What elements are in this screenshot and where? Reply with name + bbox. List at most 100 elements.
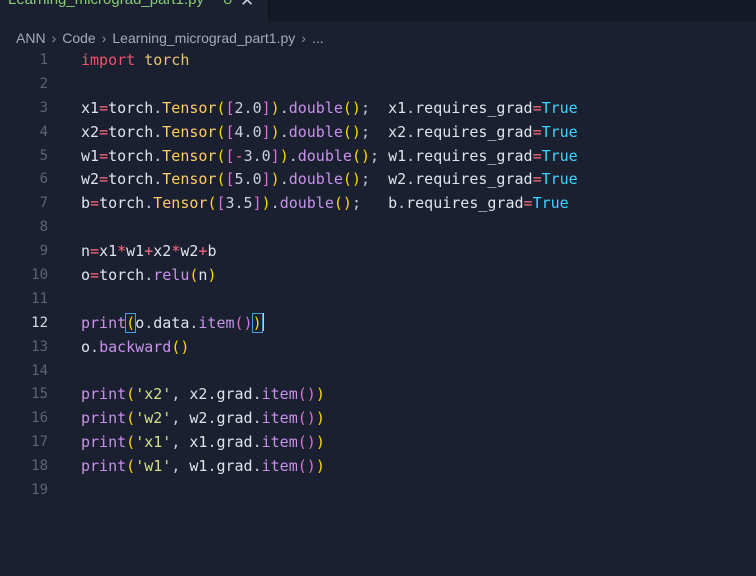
code-line[interactable]: 17 print('x1', x1.grad.item()) — [0, 431, 756, 455]
breadcrumb-item-ann[interactable]: ANN — [16, 30, 46, 46]
code-line[interactable]: 4 x2=torch.Tensor([4.0]).double(); x2.req… — [0, 121, 756, 145]
line-number: 11 — [31, 290, 48, 307]
code-token: x2 — [153, 242, 172, 261]
code-token: () — [297, 409, 316, 428]
code-token: . — [252, 409, 262, 428]
code-token: 4.0 — [234, 122, 262, 141]
breadcrumb-item-more[interactable]: ... — [312, 30, 324, 46]
code-line[interactable]: 9 n=x1*w1+x2*w2+b — [0, 240, 756, 264]
code-token: . — [406, 122, 416, 141]
code-text[interactable]: import torch — [81, 49, 189, 73]
code-text[interactable]: n=x1*w1+x2*w2+b — [81, 240, 216, 264]
code-token: . — [144, 266, 154, 285]
code-token: . — [279, 98, 289, 117]
code-line[interactable]: 12 print(o.data.item()) — [0, 312, 756, 336]
code-token: . — [288, 146, 298, 165]
code-text[interactable]: w1=torch.Tensor([-3.0]).double(); w1.req… — [81, 145, 578, 169]
code-text[interactable]: x1=torch.Tensor([2.0]).double(); x1.requ… — [81, 97, 578, 121]
code-token: , — [171, 385, 190, 404]
code-token: ( — [126, 433, 136, 452]
code-token: ( — [126, 457, 136, 476]
code-token: grad — [216, 385, 253, 404]
code-text[interactable]: print('x1', x1.grad.item()) — [81, 431, 325, 455]
code-token: . — [90, 337, 100, 356]
chevron-right-icon: › — [101, 30, 107, 46]
code-token: x2 — [189, 385, 208, 404]
code-token: item — [261, 385, 298, 404]
code-token: . — [252, 457, 262, 476]
code-token: * — [117, 242, 127, 261]
code-token: grad — [216, 409, 253, 428]
code-line[interactable]: 8 — [0, 216, 756, 240]
code-line[interactable]: 18 print('w1', w1.grad.item()) — [0, 455, 756, 479]
code-token: ( — [216, 170, 226, 189]
code-text[interactable]: w2=torch.Tensor([5.0]).double(); w2.requ… — [81, 168, 578, 192]
tab-filename[interactable]: Learning_micrograd_part1.py — [8, 0, 204, 8]
line-number: 7 — [39, 195, 48, 212]
code-token: . — [252, 385, 262, 404]
code-line[interactable]: 2 — [0, 73, 756, 97]
code-token: = — [90, 242, 100, 261]
code-text[interactable]: b=torch.Tensor([3.5]).double(); b.requir… — [81, 192, 569, 216]
code-text[interactable]: print(o.data.item()) — [81, 312, 264, 336]
code-token: print — [81, 313, 127, 332]
code-token: ) — [270, 98, 280, 117]
code-token: x1 — [99, 242, 118, 261]
code-text[interactable]: o=torch.relu(n) — [81, 264, 216, 288]
breadcrumb-item-code[interactable]: Code — [62, 30, 95, 46]
editor-tab-active[interactable]: Learning_micrograd_part1.py U ✕ — [0, 0, 269, 21]
code-text[interactable]: print('x2', x2.grad.item()) — [81, 383, 325, 407]
code-token: x2 — [388, 122, 407, 141]
code-token: () — [171, 337, 190, 356]
code-token: ( — [216, 122, 226, 141]
code-text[interactable]: x2=torch.Tensor([4.0]).double(); x2.requ… — [81, 121, 578, 145]
code-editor[interactable]: 1 import torch 2 3 x1=torch.Tensor([2.0]).do… — [0, 49, 756, 503]
code-token: ) — [315, 409, 325, 428]
line-number: 9 — [39, 243, 48, 260]
code-token: ) — [315, 433, 325, 452]
code-token: , — [171, 409, 190, 428]
code-line[interactable]: 13 o.backward() — [0, 336, 756, 360]
code-token: ) — [261, 194, 271, 213]
code-line[interactable]: 5 w1=torch.Tensor([-3.0]).double(); w1.re… — [0, 145, 756, 169]
code-text[interactable]: o.backward() — [81, 336, 189, 360]
code-line[interactable]: 6 w2=torch.Tensor([5.0]).double(); w2.req… — [0, 168, 756, 192]
code-token: True — [541, 98, 578, 117]
code-token: x1 — [81, 98, 100, 117]
code-token: = — [532, 146, 542, 165]
code-line[interactable]: 15 print('x2', x2.grad.item()) — [0, 383, 756, 407]
code-token: + — [144, 242, 154, 261]
code-line[interactable]: 11 — [0, 288, 756, 312]
editor-tab-bar: Learning_micrograd_part1.py U ✕ — [0, 0, 756, 21]
code-token: () — [342, 170, 361, 189]
code-line[interactable]: 7 b=torch.Tensor([3.5]).double(); b.requi… — [0, 192, 756, 216]
line-number: 19 — [31, 482, 48, 499]
code-token: o — [135, 313, 145, 332]
code-token: , — [171, 457, 190, 476]
code-token: ) — [315, 385, 325, 404]
line-number: 2 — [39, 75, 48, 92]
code-token: x1 — [388, 98, 407, 117]
code-line[interactable]: 1 import torch — [0, 49, 756, 73]
code-token: ( — [216, 146, 226, 165]
code-token: ; — [360, 170, 389, 189]
code-token: b — [388, 194, 398, 213]
code-line[interactable]: 19 — [0, 479, 756, 503]
code-token: 3.0 — [243, 146, 271, 165]
breadcrumb-item-file[interactable]: Learning_micrograd_part1.py — [112, 30, 295, 46]
code-token: ( — [216, 98, 226, 117]
close-icon[interactable]: ✕ — [240, 0, 254, 11]
code-text[interactable]: print('w2', w2.grad.item()) — [81, 407, 325, 431]
code-token: ( — [125, 312, 137, 333]
code-token: . — [144, 313, 154, 332]
code-token: . — [406, 146, 416, 165]
code-token: 'w2' — [135, 409, 172, 428]
code-token: o — [81, 266, 91, 285]
code-line[interactable]: 14 — [0, 360, 756, 384]
code-token: import — [81, 51, 136, 69]
code-token: grad — [216, 457, 253, 476]
code-text[interactable]: print('w1', w1.grad.item()) — [81, 455, 325, 479]
code-line[interactable]: 3 x1=torch.Tensor([2.0]).double(); x1.req… — [0, 97, 756, 121]
code-line[interactable]: 10 o=torch.relu(n) — [0, 264, 756, 288]
code-line[interactable]: 16 print('w2', w2.grad.item()) — [0, 407, 756, 431]
